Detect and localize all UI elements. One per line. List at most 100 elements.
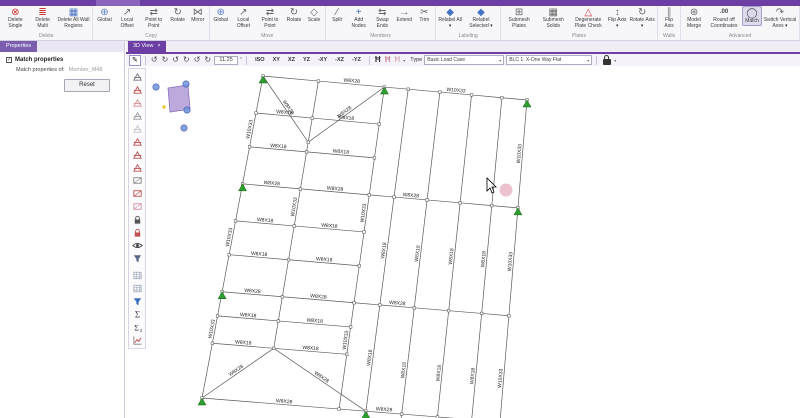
copy-mirror-button[interactable]: ⋈Mirror [188,6,208,24]
member[interactable] [263,76,318,81]
plates-rotate-axis-button[interactable]: ↻Rotate Axis ▾ [628,6,656,29]
sketch-mode-button[interactable]: ✎ [129,55,141,66]
tab-3d-view[interactable]: 3D View × [128,41,166,52]
node[interactable] [508,314,511,317]
move-scale-button[interactable]: ◇Scale [304,6,324,24]
member[interactable] [394,89,408,197]
node[interactable] [272,347,275,350]
node[interactable] [299,188,302,191]
member[interactable] [243,147,250,184]
member[interactable] [427,200,460,203]
node[interactable] [338,408,341,411]
node[interactable] [281,295,284,298]
labeling-relabel-all-button[interactable]: ◆Relabel All ▾ [437,6,463,29]
advanced-model-merge-button[interactable]: ⊛Model Merge [682,6,706,29]
results-filter-icon[interactable] [131,295,144,308]
member[interactable] [408,89,440,92]
draw-walls-icon[interactable] [131,122,144,135]
member[interactable] [502,98,527,100]
node[interactable] [368,194,371,197]
member[interactable] [339,354,347,409]
move-local-offset-button[interactable]: ↗Local Offset [231,6,256,29]
spreadsheet-view-icon[interactable] [131,269,144,282]
member[interactable] [414,308,448,311]
lock-dropdown-icon[interactable]: ▾ [614,58,616,63]
node[interactable] [490,204,493,207]
node[interactable] [305,151,308,154]
render-ghost-icon[interactable]: Ħ [393,55,401,65]
node[interactable] [353,301,356,304]
node[interactable] [311,117,314,120]
node[interactable] [501,96,504,99]
rotate-cw-icon-2[interactable]: ↻ [182,55,191,65]
plot-results-icon[interactable] [131,334,144,347]
node[interactable] [459,202,462,205]
view-yz-button[interactable]: YZ [299,57,314,63]
node[interactable] [400,413,403,416]
copy-global-button[interactable]: ⊕Global [94,6,114,24]
member[interactable] [369,195,394,197]
member[interactable] [492,206,518,208]
advanced-match-button[interactable]: ◯Match [742,6,762,26]
member[interactable] [384,87,408,89]
plates-submesh-solids-button[interactable]: ▦Submesh Solids [536,6,570,29]
plate-handle-2[interactable] [183,81,189,87]
render-dropdown-icon[interactable]: ▾ [403,58,405,63]
box-select-icon[interactable] [131,174,144,187]
lock-unselected-icon[interactable] [131,213,144,226]
match-properties-checkbox[interactable]: ✓ [6,57,12,63]
member[interactable] [374,124,379,158]
sum-results-icon[interactable]: Σ [131,308,144,321]
select-marked-icon[interactable] [131,161,144,174]
view-xy-button[interactable]: -XY [314,57,331,63]
member[interactable] [472,95,502,98]
draw-plates-icon[interactable] [131,109,144,122]
member[interactable] [482,313,509,315]
members-trim-button[interactable]: ✂Trim [414,6,434,24]
rotate-ccw-icon-2[interactable]: ↺ [171,55,180,65]
member[interactable] [427,92,440,200]
member[interactable] [435,311,448,418]
draw-members-icon[interactable] [131,70,144,83]
member[interactable] [307,118,313,152]
node[interactable] [307,141,310,144]
copy-local-offset-button[interactable]: ↗Local Offset [114,6,139,29]
node[interactable] [317,80,320,83]
render-solid-icon[interactable]: Ħ [374,55,382,65]
node[interactable] [211,342,214,345]
box-unselect-icon[interactable] [131,187,144,200]
load-case-type-dropdown[interactable]: Basic Load Case ▾ [424,55,504,65]
member[interactable] [312,81,318,118]
view-xy-button[interactable]: XY [269,57,284,63]
member[interactable] [498,316,509,418]
move-global-button[interactable]: ⊕Global [211,6,231,24]
view-yz-button[interactable]: -YZ [348,57,365,63]
advanced-switch-vertical-axes-button[interactable]: ↷Switch Vertical Axes ▾ [762,6,798,29]
member[interactable] [369,158,374,195]
node[interactable] [287,258,290,261]
node[interactable] [379,304,382,307]
select-members-icon[interactable] [131,135,144,148]
unselect-members-icon[interactable] [131,148,144,161]
advanced-round-off-coordinates-button[interactable]: .00Round off Coordinates [706,6,742,29]
node[interactable] [426,199,429,202]
member[interactable] [359,232,364,266]
sum-selected-icon[interactable]: Σ2 [131,321,144,334]
blc-dropdown[interactable]: BLC 1: X-One Way Flat ▾ [506,55,592,65]
member[interactable] [300,152,306,189]
node[interactable] [255,112,258,115]
unlock-all-icon[interactable] [131,226,144,239]
rotate-cw-icon-3[interactable]: ↻ [203,55,212,65]
members-swap-ends-button[interactable]: ⇆Swap Ends [370,6,394,29]
labeling-relabel-selected-button[interactable]: ◆Relabel Selected ▾ [463,6,499,29]
members-split-button[interactable]: ∕Split [327,6,347,24]
node[interactable] [480,312,483,315]
match-properties-of-value[interactable]: Member_M48 [69,67,103,73]
render-wireframe-icon[interactable]: Ħ [384,55,392,65]
modify-members-icon[interactable] [131,96,144,109]
plate-handle-1[interactable] [153,84,159,90]
structural-model-drawing[interactable]: W10X33W10X33W10X33W10X33W10X33W10X33W8X1… [148,66,800,418]
delete-delete-multi-button[interactable]: ≣Delete Multi [30,6,56,29]
plates-submesh-plates-button[interactable]: ⊞Submesh Plates [502,6,536,29]
node[interactable] [277,320,280,323]
